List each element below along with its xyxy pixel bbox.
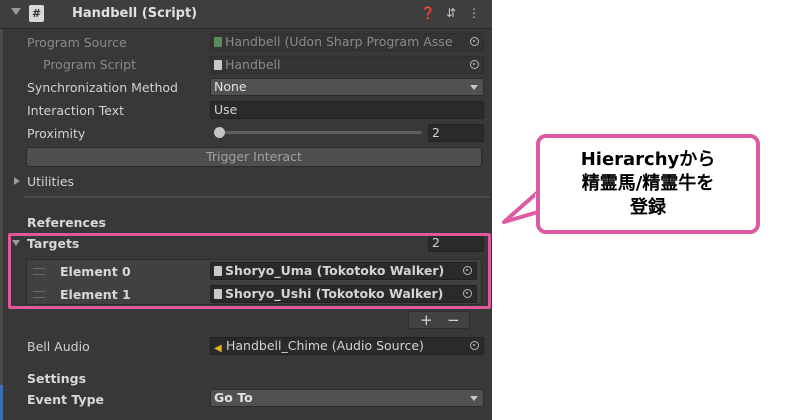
bell-audio-object-field[interactable]: ◀ Handbell_Chime (Audio Source) <box>210 337 484 355</box>
remove-element-button[interactable]: − <box>447 311 460 329</box>
list-add-remove: + − <box>408 311 470 329</box>
object-picker-icon[interactable] <box>470 60 479 69</box>
program-script-label: Program Script <box>43 57 136 72</box>
section-divider <box>24 196 490 198</box>
preset-icon[interactable]: ⇵ <box>443 5 459 21</box>
annotation-callout: Hierarchyから 精霊馬/精霊牛を 登録 <box>536 134 760 234</box>
event-type-dropdown[interactable]: Go To <box>210 389 484 407</box>
event-type-label: Event Type <box>27 392 105 407</box>
help-icon[interactable]: ❓ <box>420 5 436 21</box>
program-script-field[interactable]: Handbell <box>210 56 484 74</box>
script-file-icon <box>214 60 222 70</box>
settings-header: Settings <box>27 371 87 386</box>
kebab-menu-icon[interactable]: ⋮ <box>466 5 482 21</box>
references-header: References <box>27 215 106 230</box>
proximity-slider-handle[interactable] <box>214 127 225 138</box>
foldout-arrow-icon[interactable] <box>11 8 21 15</box>
program-source-label: Program Source <box>27 35 127 50</box>
component-header[interactable]: # Handbell (Script) ❓ ⇵ ⋮ <box>0 0 492 29</box>
audio-source-icon: ◀ <box>214 343 222 354</box>
inspector-panel: # Handbell (Script) ❓ ⇵ ⋮ Program Source… <box>0 0 492 420</box>
utilities-foldout[interactable]: Utilities <box>27 174 74 189</box>
sync-method-label: Synchronization Method <box>27 80 178 95</box>
targets-highlight-box <box>8 233 491 309</box>
interaction-text-input[interactable]: Use <box>210 101 484 119</box>
panel-left-edge <box>0 0 3 420</box>
object-picker-icon[interactable] <box>470 341 479 350</box>
component-title: Handbell (Script) <box>72 6 198 21</box>
proximity-label: Proximity <box>27 126 86 141</box>
program-source-field[interactable]: Handbell (Udon Sharp Program Asse <box>210 33 484 51</box>
proximity-value-input[interactable]: 2 <box>428 124 484 142</box>
udon-asset-icon <box>214 37 222 47</box>
trigger-interact-button[interactable]: Trigger Interact <box>26 147 482 167</box>
script-hash-icon: # <box>29 5 44 22</box>
interaction-text-label: Interaction Text <box>27 103 125 118</box>
sync-method-dropdown[interactable]: None <box>210 78 484 96</box>
utilities-foldout-icon[interactable] <box>14 177 20 185</box>
proximity-slider-track[interactable] <box>214 131 422 134</box>
modified-indicator <box>0 385 3 420</box>
callout-text: Hierarchyから 精霊馬/精霊牛を 登録 <box>580 149 716 218</box>
bell-audio-label: Bell Audio <box>27 339 90 354</box>
add-element-button[interactable]: + <box>420 311 433 329</box>
chevron-down-icon <box>470 396 478 401</box>
chevron-down-icon <box>470 85 478 90</box>
object-picker-icon[interactable] <box>470 37 479 46</box>
